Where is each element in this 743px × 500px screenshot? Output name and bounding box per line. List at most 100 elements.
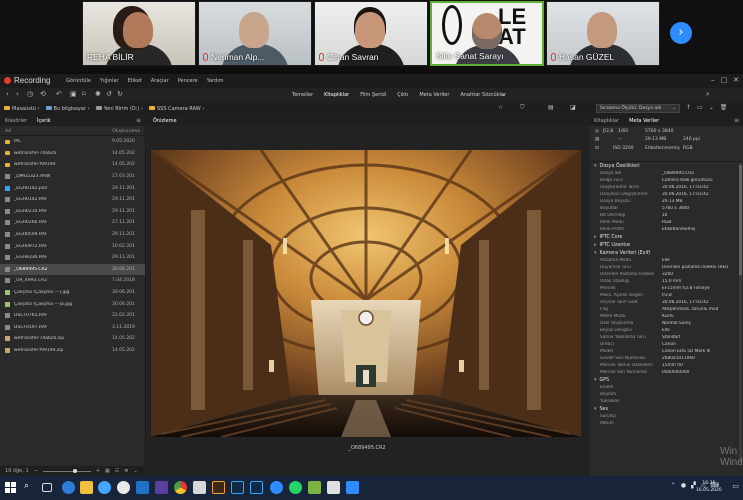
metadata-value[interactable]: Elle (662, 258, 670, 263)
column-header-date[interactable]: Oluşturulma (112, 129, 140, 134)
recent-icon[interactable]: ◷ (27, 90, 33, 98)
metadata-section-header[interactable]: IPTC Uzantısı (589, 241, 743, 249)
trash-icon[interactable]: 🗑 (720, 104, 728, 111)
chevron-right-icon[interactable]: › (670, 22, 692, 44)
metadata-section-header[interactable]: IPTC Core (589, 233, 743, 241)
file-row[interactable]: wetransfer-f9919d.zip 14.05.202 (0, 345, 145, 357)
file-row[interactable]: _EGH0142.RAF 29.11.201 (0, 194, 145, 206)
participant-tile[interactable]: Cihan Savran (314, 1, 428, 66)
file-row[interactable]: _UR_4993.CR2 7.04.2018 (0, 275, 145, 287)
file-row[interactable]: _EGH0142.psd 29.11.201 (0, 182, 145, 194)
scrollbar-thumb[interactable] (739, 165, 742, 275)
file-row[interactable]: DSCF0765.RAF 22.02.201 (0, 310, 145, 322)
metadata-value[interactable]: Elle (662, 328, 670, 333)
back-icon[interactable]: ‹ (6, 90, 9, 98)
file-row[interactable]: _EGH8336.RAF 29.11.201 (0, 252, 145, 264)
metadata-value[interactable]: Ateşlenmedi, zorunlu mod (662, 307, 718, 312)
details-view-icon[interactable]: ☷ (115, 468, 119, 474)
view-options-icon[interactable]: ⌄ (133, 468, 137, 474)
metadata-value[interactable]: 0000000000 (662, 370, 689, 375)
menu-item[interactable]: Pencere (178, 78, 198, 84)
zoom-icon[interactable] (346, 481, 359, 494)
breadcrumb-item[interactable]: Bu bilgisayar › (45, 106, 90, 112)
new-folder-icon[interactable]: ▭ (697, 104, 703, 111)
metadata-value[interactable]: Normal Süreç (662, 321, 691, 326)
chrome-icon[interactable] (174, 481, 187, 494)
file-row[interactable]: wetransfer-7da6cb 14.05.202 (0, 148, 145, 160)
stack-icon[interactable]: ▤ (548, 104, 554, 111)
quality-icon[interactable]: ◪ (570, 104, 576, 111)
metadata-section-header[interactable]: Ses (589, 405, 743, 413)
metadata-value[interactable]: EF15mm f/2.8 Fisheye (662, 286, 710, 291)
windows-icon[interactable] (5, 482, 16, 493)
metadata-value[interactable]: f/2,8 (662, 293, 672, 298)
open-recent-icon[interactable]: ⌄ (709, 104, 714, 111)
metadata-value[interactable]: 30.06.2016, 17:03:42 (662, 185, 709, 190)
participant-tile[interactable]: Hasan GÜZEL (546, 1, 660, 66)
history-dropdown-icon[interactable]: ⟲ (40, 90, 46, 98)
file-row[interactable]: DSCF0597.RAF 3.11.2019 (0, 322, 145, 334)
sort-dropdown[interactable]: Sıralama Ölçütü: Dosya adı ⌄ (596, 104, 680, 113)
app-icon[interactable] (155, 481, 168, 494)
maximize-icon[interactable]: □ (721, 76, 728, 84)
file-row[interactable]: Çalışma (Çalışma ---).jpg 30.06.201 (0, 287, 145, 299)
file-row[interactable]: _DMG5323.ARW 17.03.201 (0, 171, 145, 183)
bridge-icon[interactable] (212, 481, 225, 494)
slider-handle[interactable] (72, 468, 77, 473)
app-icon[interactable] (327, 481, 340, 494)
app-tray-icon[interactable]: ● (681, 482, 686, 489)
refine-icon[interactable]: ⌑ (82, 90, 86, 98)
photoshop-icon[interactable] (250, 481, 263, 494)
metadata-value[interactable]: 16 (662, 213, 667, 218)
file-row[interactable]: _EGH0266.RAF 27.11.201 (0, 217, 145, 229)
menu-item[interactable]: Araçlar (151, 78, 169, 84)
column-header-name[interactable]: Ad (5, 129, 11, 134)
file-row[interactable]: _O689495.CR2 30.06.201 (0, 263, 145, 276)
metadata-value[interactable]: 3200 (662, 272, 673, 277)
browser-icon[interactable] (98, 481, 111, 494)
boomerang-icon[interactable]: ↶ (56, 90, 62, 98)
rotate-left-icon[interactable]: ↺ (106, 90, 112, 98)
metadata-value[interactable]: 29.13 MB (662, 199, 682, 204)
close-icon[interactable]: ✕ (733, 76, 739, 84)
menu-item[interactable]: Görüntüle (66, 78, 91, 84)
preview-image[interactable] (151, 150, 581, 437)
file-row[interactable]: _EGH0972.RAF 10.02.201 (0, 240, 145, 252)
rotate-right-icon[interactable]: ↻ (117, 90, 123, 98)
file-row[interactable]: _EGH0509.RAF 29.11.201 (0, 229, 145, 241)
workspace-tab-active[interactable]: Kitaplıklar (324, 92, 349, 98)
metadata-section-header[interactable]: Kamera Verileri (Exif) (589, 249, 743, 257)
workspace-tab[interactable]: Temeller (292, 92, 313, 98)
breadcrumb-item[interactable]: Masaüstü › (4, 106, 40, 112)
whatsapp-icon[interactable] (289, 481, 302, 494)
metadata-value[interactable]: 268021011060 (662, 356, 695, 361)
forward-icon[interactable]: › (16, 90, 19, 98)
menu-item[interactable]: Etiket (128, 78, 142, 84)
outlook-icon[interactable] (136, 481, 149, 494)
metadata-value[interactable]: Kısmi (662, 314, 674, 319)
metadata-value[interactable]: RGB (662, 220, 671, 225)
app-icon[interactable] (193, 481, 206, 494)
metadata-value[interactable]: Etiketlenmemiş (662, 227, 695, 232)
star-filter-icon[interactable]: ☆ (498, 104, 503, 111)
menu-item[interactable]: Yığınlar (100, 78, 119, 84)
tab-folders[interactable]: Klasörler (5, 118, 27, 124)
zoom-in-icon[interactable]: + (96, 468, 100, 474)
task-view-icon[interactable] (42, 483, 52, 492)
metadata-value[interactable]: _O689495.CR2 (662, 171, 694, 176)
participant-tile[interactable]: Neriman Alp... (198, 1, 312, 66)
metadata-value[interactable]: Önerilen pozlama indeksi (REI) (662, 265, 728, 270)
explorer-icon[interactable] (80, 481, 93, 494)
zoom-out-icon[interactable]: − (34, 468, 38, 474)
workspace-tab[interactable]: Meta Veriler (419, 92, 449, 98)
app-icon[interactable] (117, 481, 130, 494)
settings-gear-icon[interactable]: ✺ (95, 90, 101, 98)
file-row[interactable]: wetransfer-7da6cb.zip 14.05.202 (0, 333, 145, 345)
metadata-value[interactable]: Canon (662, 342, 676, 347)
panel-menu-icon[interactable]: ≡ (136, 117, 141, 124)
search-icon[interactable]: ⌕ (24, 481, 37, 494)
workspace-tab[interactable]: Çıktı (397, 92, 408, 98)
file-row[interactable]: IPC 9.05.2020 (0, 136, 145, 148)
thumbnail-size-slider[interactable] (42, 468, 91, 473)
workspace-tab[interactable]: Film Şeridi (360, 92, 386, 98)
